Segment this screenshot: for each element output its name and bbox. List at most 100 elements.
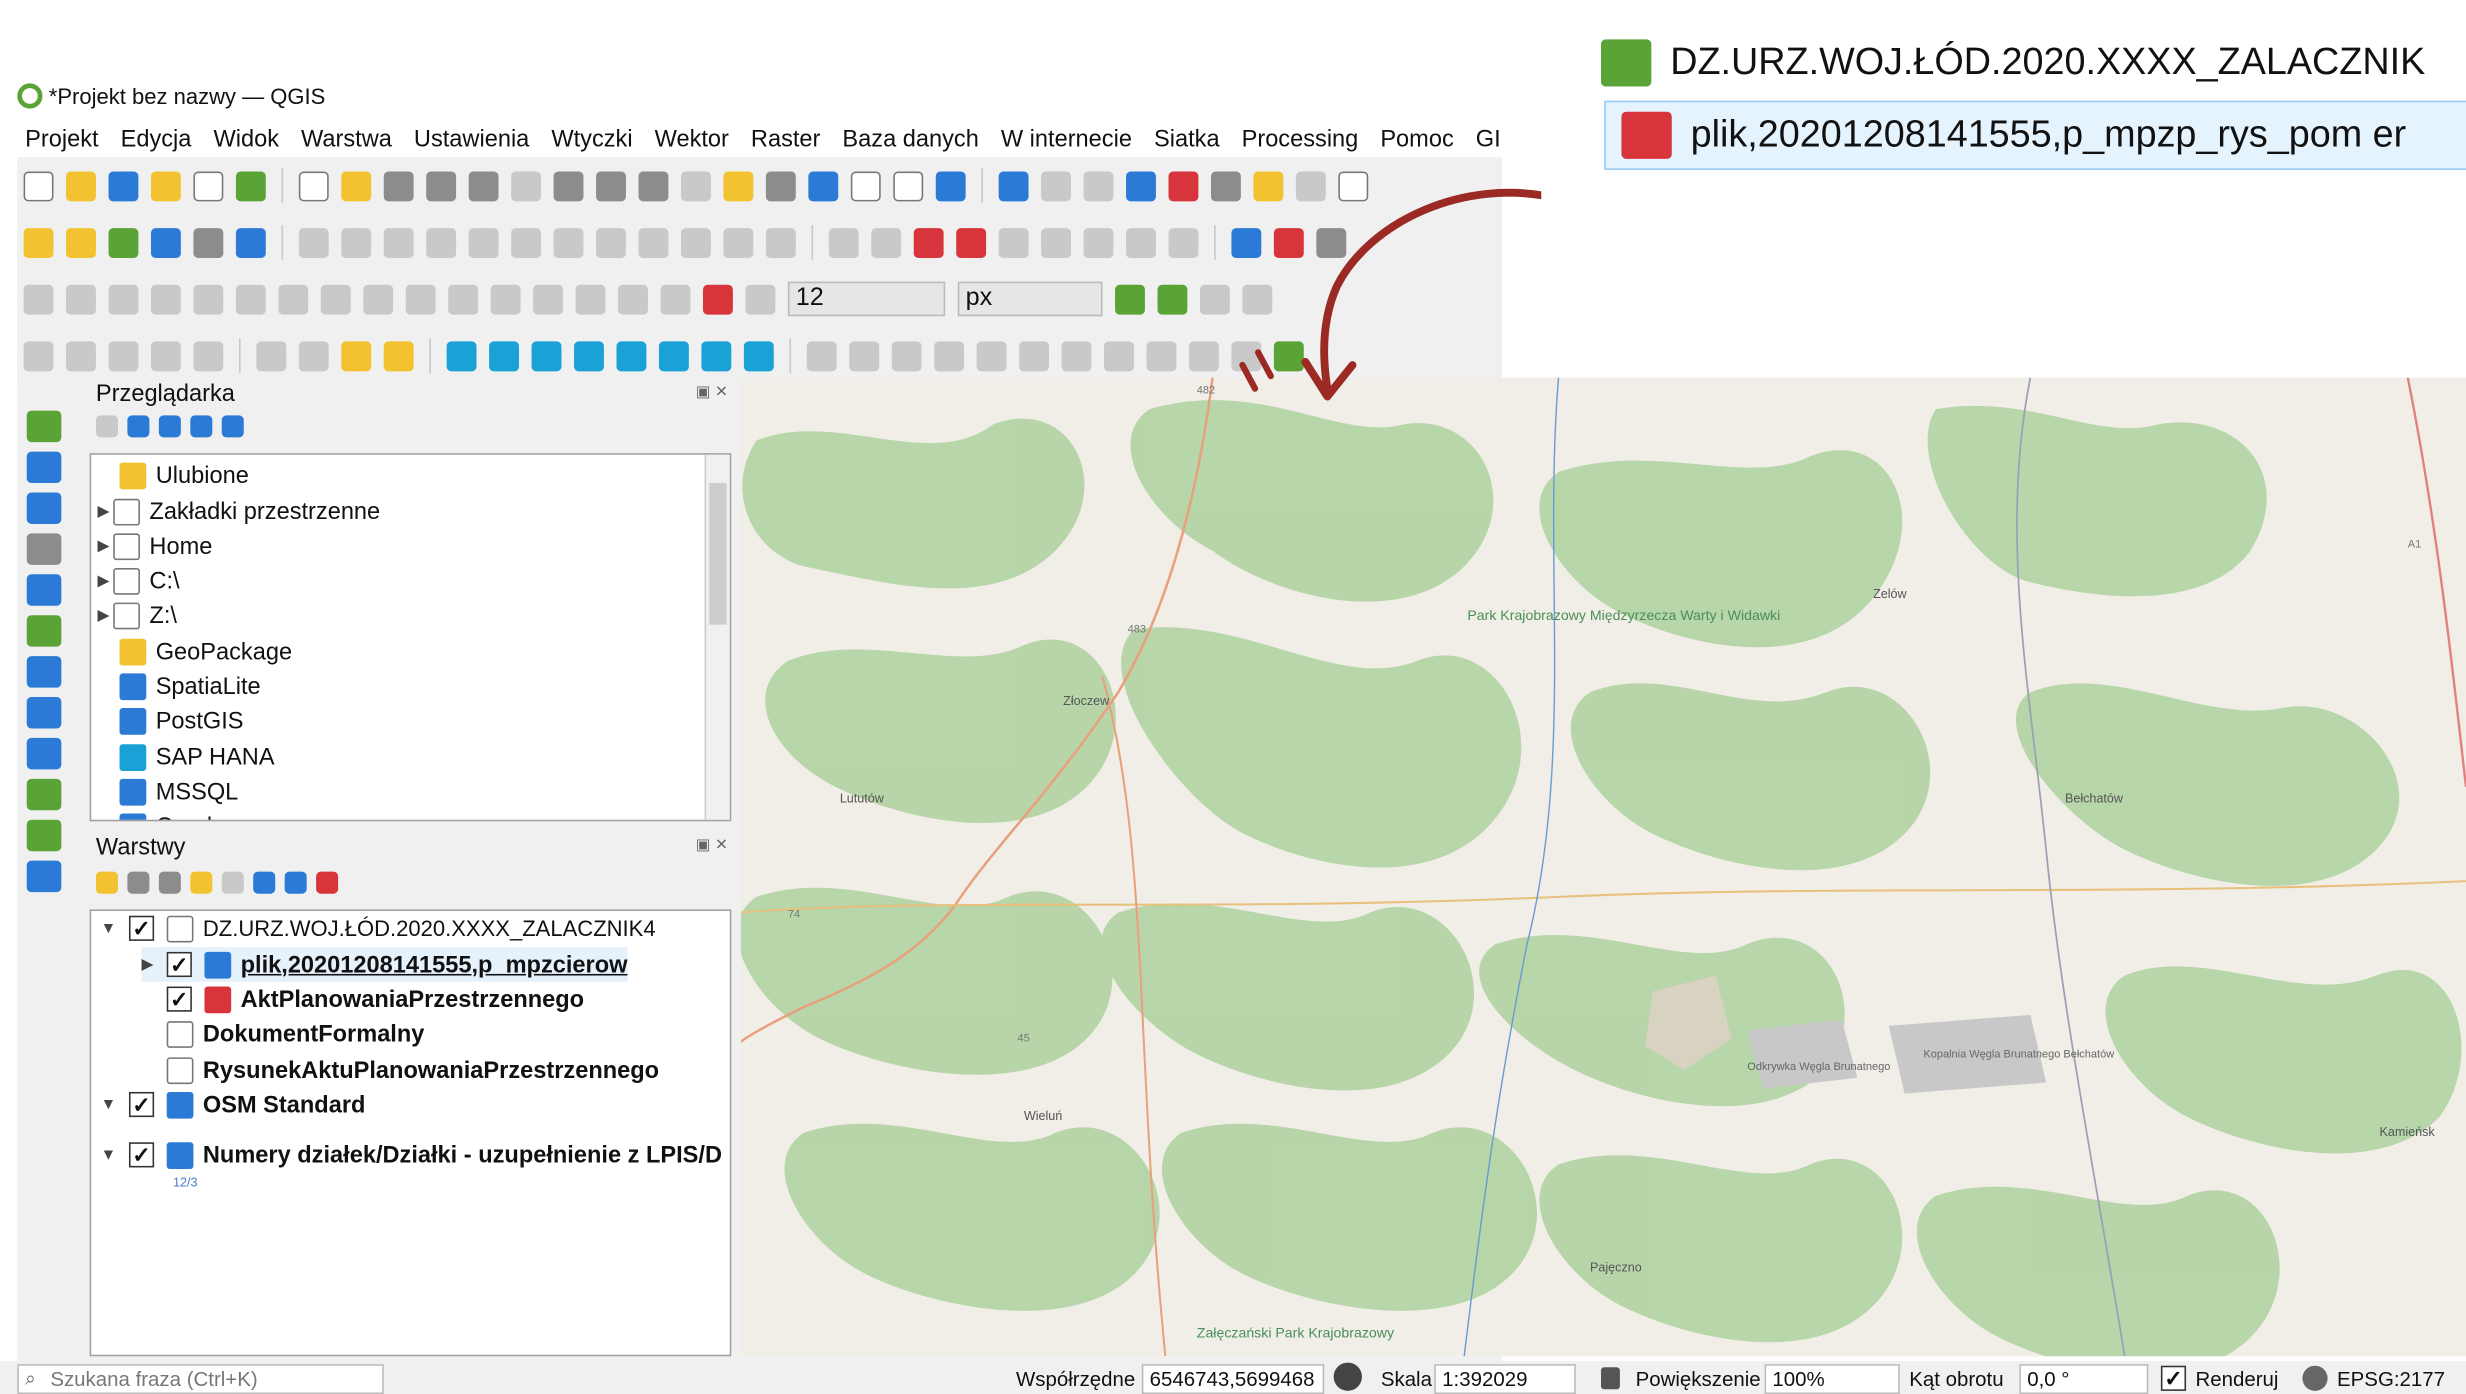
add-group-icon[interactable] [127,871,150,894]
merge-features-icon[interactable] [150,283,181,314]
add-xyz-layer-icon[interactable] [26,860,62,893]
mesh-transform-icon[interactable] [1146,340,1177,371]
rotation-field[interactable]: 0,0 ° [2019,1364,2149,1394]
collapse-arrow-icon[interactable]: ▼ [101,920,117,937]
browser-item-bookmarks[interactable]: ▶ Zakładki przestrzenne [98,494,381,529]
invert-selection-icon[interactable] [383,340,414,371]
new-temp-layer-icon[interactable] [193,227,224,258]
layer-group-gml[interactable]: ▼ ✓ DZ.URZ.WOJ.ŁÓD.2020.XXXX_ZALACZNIK4 [101,911,656,946]
modify-attributes-icon[interactable] [511,227,542,258]
select-location-icon[interactable] [150,340,181,371]
menu-siatka[interactable]: Siatka [1154,125,1220,152]
new-vector-layer-icon[interactable] [26,819,62,852]
digitize-icon[interactable] [298,227,329,258]
style-manager-icon[interactable] [235,170,266,201]
add-vector-layer-icon[interactable] [26,410,62,443]
fill-ring-icon[interactable] [363,283,394,314]
layer-visibility-checkbox[interactable]: ✓ [128,1091,155,1118]
mesh-force-icon[interactable] [1188,340,1219,371]
remove-layer-icon[interactable] [316,871,339,894]
change-label-icon[interactable] [1126,227,1156,258]
filter-legend-icon[interactable] [190,871,213,894]
add-wfs-layer-icon[interactable] [26,737,62,770]
coords-field[interactable]: 6546743,5699468 [1141,1364,1325,1394]
new-3d-view-icon[interactable] [765,170,796,201]
add-rectangle-icon[interactable] [934,340,965,371]
map-canvas[interactable]: Park Krajobrazowy Międzyrzecza Warty i W… [740,377,2466,1357]
zoom-in-icon[interactable] [383,170,414,201]
filter-browser-icon[interactable] [158,415,181,438]
properties-info-icon[interactable] [221,415,244,438]
menu-w-internecie[interactable]: W internecie [1001,125,1132,152]
layer-osm-standard[interactable]: ▼ ✓ OSM Standard [101,1087,365,1122]
menu-raster[interactable]: Raster [751,125,820,152]
new-spatialite-icon[interactable] [150,227,181,258]
browser-item-z-drive[interactable]: ▶ Z:\ [98,598,177,633]
browser-item-geopackage[interactable]: GeoPackage [119,634,292,669]
snap-intersection-icon[interactable] [1157,283,1188,314]
snap-type-icon[interactable] [745,283,776,314]
layer-raster-plik[interactable]: ▶ ✓ plik,20201208141555,p_mpzcierow [141,947,628,982]
add-wcs-layer-icon[interactable] [26,778,62,811]
add-part-icon[interactable] [320,283,351,314]
menu-wektor[interactable]: Wektor [655,125,729,152]
label-pin-icon[interactable] [871,227,902,258]
new-map-view-icon[interactable] [723,170,754,201]
layer-visibility-checkbox[interactable]: ✓ [128,1142,155,1168]
undo-icon[interactable] [723,227,754,258]
advanced-digitize-icon[interactable] [66,283,96,314]
zoom-layer-icon[interactable] [553,170,584,201]
layer-labeling-icon[interactable] [913,227,944,258]
zoom-next-icon[interactable] [680,170,711,201]
crs-value[interactable]: EPSG:2177 [2337,1367,2445,1391]
browser-item-oracle[interactable]: Oracle [119,809,225,820]
explorer-file-raster[interactable]: plik,20201208141555,p_mpzp_rys_pom er [1604,100,2466,170]
select-by-value-icon[interactable] [66,340,96,371]
layer-visibility-checkbox[interactable]: ✓ [166,951,192,978]
self-snapping-icon[interactable] [1199,283,1230,314]
snap-unit-select[interactable]: px [957,281,1103,317]
scale-select[interactable]: 1:392029 [1434,1364,1576,1394]
add-mesh-layer-icon[interactable] [26,492,62,524]
wms-plugin-icon[interactable] [616,340,647,371]
attribute-table-icon[interactable] [1041,170,1072,201]
pan-hand-icon[interactable] [298,170,329,201]
panel-close-icon[interactable]: ▣ ✕ [696,384,728,401]
plugin-z-icon[interactable] [743,340,774,371]
add-ring-icon[interactable] [278,283,309,314]
layer-visibility-checkbox[interactable]: ✓ [166,986,192,1012]
layer-styling-icon[interactable] [95,871,118,894]
layer-rysunek-aktu[interactable]: RysunekAktuPlanowaniaPrzestrzennego [166,1053,659,1088]
menu-wtyczki[interactable]: Wtyczki [551,125,632,152]
copy-features-icon[interactable] [638,227,669,258]
trim-extend-icon[interactable] [618,283,648,314]
menu-pomoc[interactable]: Pomoc [1380,125,1453,152]
open-project-icon[interactable] [66,170,96,201]
plugin-layers-icon[interactable] [574,340,604,371]
digitize-shape-icon[interactable] [806,340,837,371]
reverse-line-icon[interactable] [660,283,691,314]
delete-part-icon[interactable] [448,283,479,314]
deselect-icon[interactable] [108,340,139,371]
scrollbar-thumb[interactable] [709,483,727,625]
temporal-controller-icon[interactable] [893,170,924,201]
collapse-all-layers-icon[interactable] [284,871,307,894]
expand-arrow-icon[interactable]: ▶ [142,956,158,973]
plugin-polygon-icon[interactable] [701,340,732,371]
zoom-field[interactable]: 100% [1764,1364,1900,1394]
mesh-digitize-icon[interactable] [1061,340,1092,371]
show-bookmarks-icon[interactable] [850,170,881,201]
save-project-icon[interactable] [108,170,139,201]
add-regular-polygon-icon[interactable] [976,340,1007,371]
move-label-icon[interactable] [1041,227,1072,258]
add-postgis-layer-icon[interactable] [26,656,62,688]
new-virtual-layer-icon[interactable] [235,227,266,258]
new-shapefile-icon[interactable] [108,227,139,258]
statistical-summary-icon[interactable] [1168,170,1199,201]
layer-dokument-formalny[interactable]: DokumentFormalny [166,1016,424,1051]
expand-arrow-icon[interactable]: ▶ [98,607,114,624]
refresh-browser-icon[interactable] [127,415,150,438]
simplify-feature-icon[interactable] [235,283,266,314]
add-wms-layer-icon[interactable] [26,697,62,729]
menu-gis-support[interactable]: GIS Su [1476,125,1502,152]
